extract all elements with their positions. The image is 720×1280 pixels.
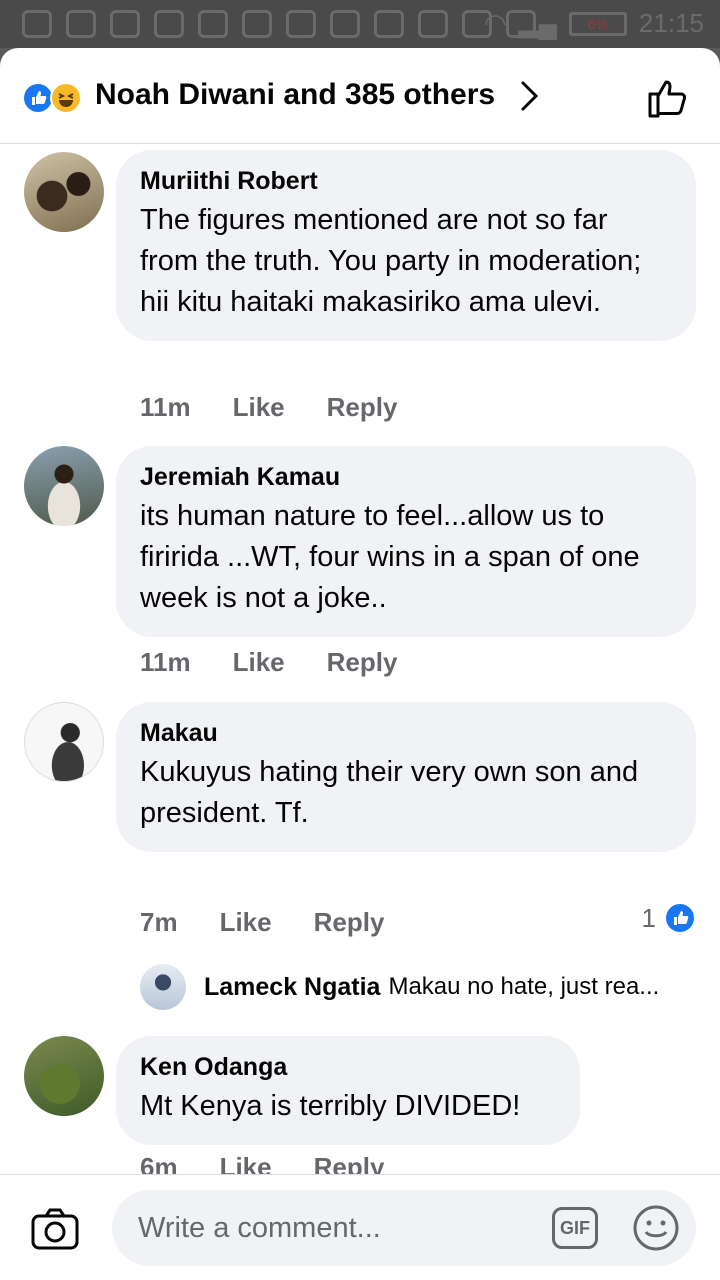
comment-author[interactable]: Jeremiah Kamau [140,462,670,492]
reply-text: Makau no hate, just rea... [388,973,660,1000]
like-link[interactable]: Like [220,907,272,938]
reaction-icons [22,82,84,114]
notification-icons [22,10,536,38]
comment-time: 7m [140,907,178,937]
notification-icon [66,10,96,38]
notification-icon [418,10,448,38]
comment-author[interactable]: Ken Odanga [140,1052,554,1082]
comment-author[interactable]: Makau [140,718,670,748]
comment-time: 11m [140,647,191,677]
comment-meta: 7m Like Reply [140,907,426,938]
chevron-right-icon[interactable] [514,78,544,114]
avatar[interactable] [24,152,104,232]
comment-text: The figures mentioned are not so far fro… [140,204,642,318]
battery-icon: 6% [568,11,627,36]
notification-icon [110,10,140,38]
avatar[interactable] [24,446,104,526]
comment-composer: Write a comment... GIF [0,1174,720,1280]
reply-link[interactable]: Reply [314,907,385,938]
comment-like-count[interactable]: 1 [642,902,696,934]
comment-time: 6m [140,1152,178,1174]
notification-icon [286,10,316,38]
avatar[interactable] [24,1036,104,1116]
notification-icon [242,10,272,38]
comment-text: its human nature to feel...allow us to f… [140,500,640,614]
status-time: 21:15 [638,8,704,38]
comment-bubble: Muriithi Robert The figures mentioned ar… [116,150,696,341]
reply-author[interactable]: Lameck Ngatia [204,973,380,1002]
comment-bubble: Makau Kukuyus hating their very own son … [116,702,696,852]
emoji-icon[interactable] [632,1204,680,1252]
haha-reaction-icon [50,82,82,114]
comment-list: Muriithi Robert The figures mentioned ar… [0,144,720,1174]
like-link[interactable]: Like [233,392,285,423]
comment-text: Kukuyus hating their very own son and pr… [140,756,639,829]
like-reaction-icon [664,902,696,934]
comment-meta: 11m Like Reply [140,647,439,678]
status-right: ◠ ▂▄ 6% 21:15 [484,8,704,39]
camera-icon[interactable] [30,1207,80,1251]
reactions-header[interactable]: Noah Diwani and 385 others [0,48,720,144]
reply-link[interactable]: Reply [327,647,398,678]
avatar[interactable] [24,702,104,782]
notification-icon [154,10,184,38]
reactions-summary[interactable]: Noah Diwani and 385 others [95,78,495,112]
comments-sheet: Noah Diwani and 385 others Muriithi Robe… [0,48,720,1280]
comment-time: 11m [140,392,191,422]
comment-author[interactable]: Muriithi Robert [140,166,670,196]
signal-icon: ▂▄ [518,8,557,38]
reply-preview[interactable]: Lameck Ngatia Makau no hate, just rea... [140,964,659,1010]
like-count-number: 1 [641,902,656,933]
comment-meta: 6m Like Reply [140,1152,426,1174]
like-link[interactable]: Like [233,647,285,678]
gif-button[interactable]: GIF [552,1207,598,1249]
notification-icon [22,10,52,38]
reply-link[interactable]: Reply [314,1152,385,1174]
comment-bubble: Jeremiah Kamau its human nature to feel.… [116,446,696,637]
comment-input[interactable]: Write a comment... GIF [112,1190,696,1266]
notification-icon [330,10,360,38]
status-bar: ◠ ▂▄ 6% 21:15 [0,0,720,48]
avatar[interactable] [140,964,186,1010]
like-link[interactable]: Like [220,1152,272,1174]
notification-icon [374,10,404,38]
like-button-icon[interactable] [644,74,692,122]
reply-link[interactable]: Reply [327,392,398,423]
comment-bubble: Ken Odanga Mt Kenya is terribly DIVIDED! [116,1036,580,1145]
notification-icon [198,10,228,38]
wifi-icon: ◠ [483,8,507,38]
comment-meta: 11m Like Reply [140,392,439,423]
comment-text: Mt Kenya is terribly DIVIDED! [140,1090,521,1122]
comment-input-placeholder: Write a comment... [138,1212,381,1244]
